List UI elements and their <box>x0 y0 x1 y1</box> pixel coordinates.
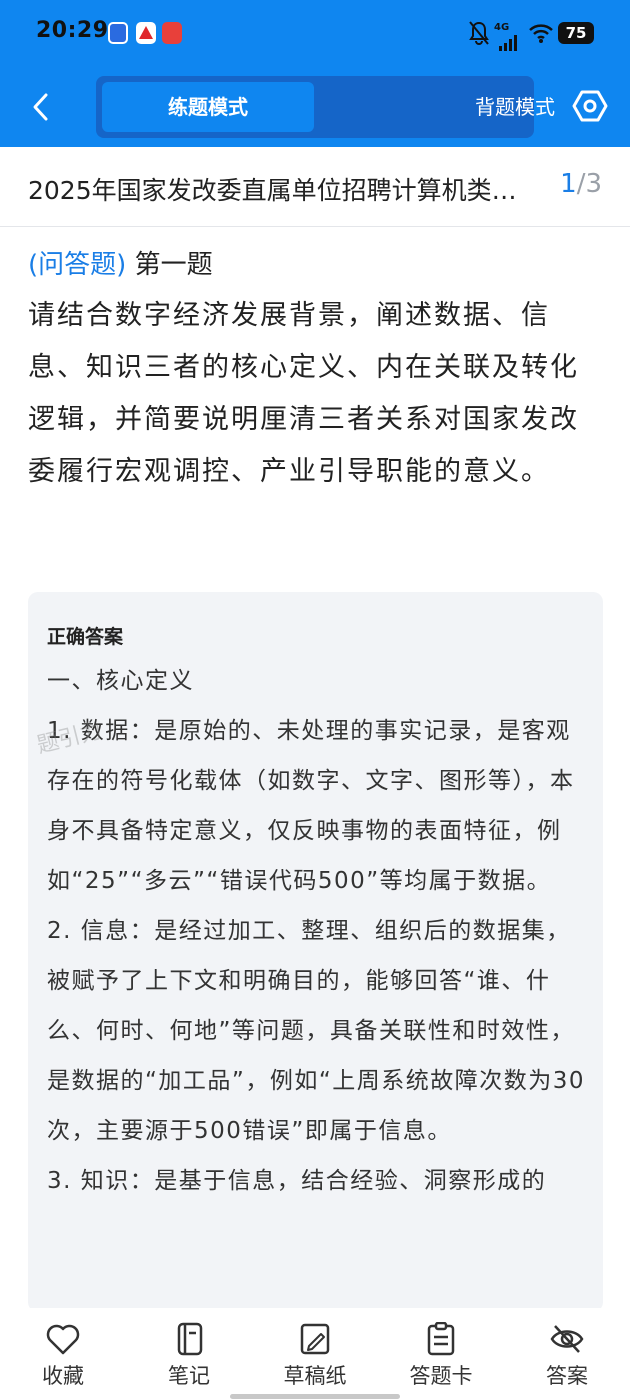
chevron-left-icon[interactable] <box>28 92 54 122</box>
favorite-label: 收藏 <box>42 1364 84 1388</box>
paper-title-bar: 2025年国家发改委直属单位招聘计算机类考试 1/3 <box>0 147 630 227</box>
eye-off-icon <box>550 1325 584 1353</box>
current-question-number: 1 <box>560 169 577 199</box>
favorite-button[interactable]: 收藏 <box>13 1322 113 1390</box>
answer-card-button[interactable]: 答题卡 <box>391 1322 491 1390</box>
answer-card-label: 答题卡 <box>409 1364 473 1388</box>
answer-heading: 正确答案 <box>47 626 124 648</box>
app-notification-icon <box>136 22 156 44</box>
show-answer-label: 答案 <box>546 1364 588 1388</box>
battery-level: 75 <box>558 22 594 44</box>
question-text: 请结合数字经济发展背景，阐述数据、信息、知识三者的核心定义、内在关联及转化逻辑，… <box>28 300 579 487</box>
hex-gear-icon[interactable] <box>572 88 608 124</box>
answer-card-icon <box>427 1322 455 1356</box>
app-notification-icon <box>108 22 128 44</box>
question-header: (问答题) 第一题 <box>28 244 213 281</box>
wifi-icon <box>529 24 553 43</box>
mute-bell-icon <box>469 21 489 45</box>
paper-title: 2025年国家发改委直属单位招聘计算机类考试 <box>28 176 538 205</box>
notes-label: 笔记 <box>168 1364 210 1388</box>
draft-paper-label: 草稿纸 <box>283 1364 347 1388</box>
notes-button[interactable]: 笔记 <box>139 1322 239 1390</box>
total-question-count: /3 <box>576 169 602 199</box>
bottom-nav: 收藏 笔记 草稿纸 答题卡 答案 <box>0 1308 630 1400</box>
signal-icon <box>499 35 517 51</box>
mode-switch: 练题模式 背题模式 <box>96 76 555 138</box>
question-counter[interactable]: 1/3 <box>560 169 602 199</box>
show-answer-button[interactable]: 答案 <box>517 1322 617 1390</box>
question-type: (问答题) <box>28 250 127 280</box>
answer-paragraph: 一、核心定义 <box>47 668 194 694</box>
answer-panel: 正确答案 一、核心定义 1. 数据：是原始的、未处理的事实记录，是客观存在的符号… <box>28 592 603 1312</box>
tab-practice-mode[interactable]: 练题模式 <box>102 82 314 132</box>
answer-paragraph: 2. 信息：是经过加工、整理、组织后的数据集，被赋予了上下文和明确目的，能够回答… <box>47 918 586 1144</box>
draft-pen-icon <box>300 1323 330 1355</box>
status-bar: 20:29 4G 75 <box>0 0 630 70</box>
home-indicator[interactable] <box>230 1394 400 1399</box>
notebook-icon <box>177 1322 203 1356</box>
answer-body: 一、核心定义 1. 数据：是原始的、未处理的事实记录，是客观存在的符号化载体（如… <box>47 656 587 1206</box>
question-name: 第一题 <box>134 250 213 280</box>
draft-paper-button[interactable]: 草稿纸 <box>265 1322 365 1390</box>
answer-paragraph: 3. 知识：是基于信息，结合经验、洞察形成的 <box>47 1168 547 1194</box>
app-notification-icon <box>162 22 182 44</box>
answer-paragraph: 1. 数据：是原始的、未处理的事实记录，是客观存在的符号化载体（如数字、文字、图… <box>47 718 575 894</box>
top-header: 20:29 4G 75 练题模式 背题模式 <box>0 0 630 147</box>
status-time: 20:29 <box>36 18 109 43</box>
heart-icon <box>46 1324 80 1355</box>
